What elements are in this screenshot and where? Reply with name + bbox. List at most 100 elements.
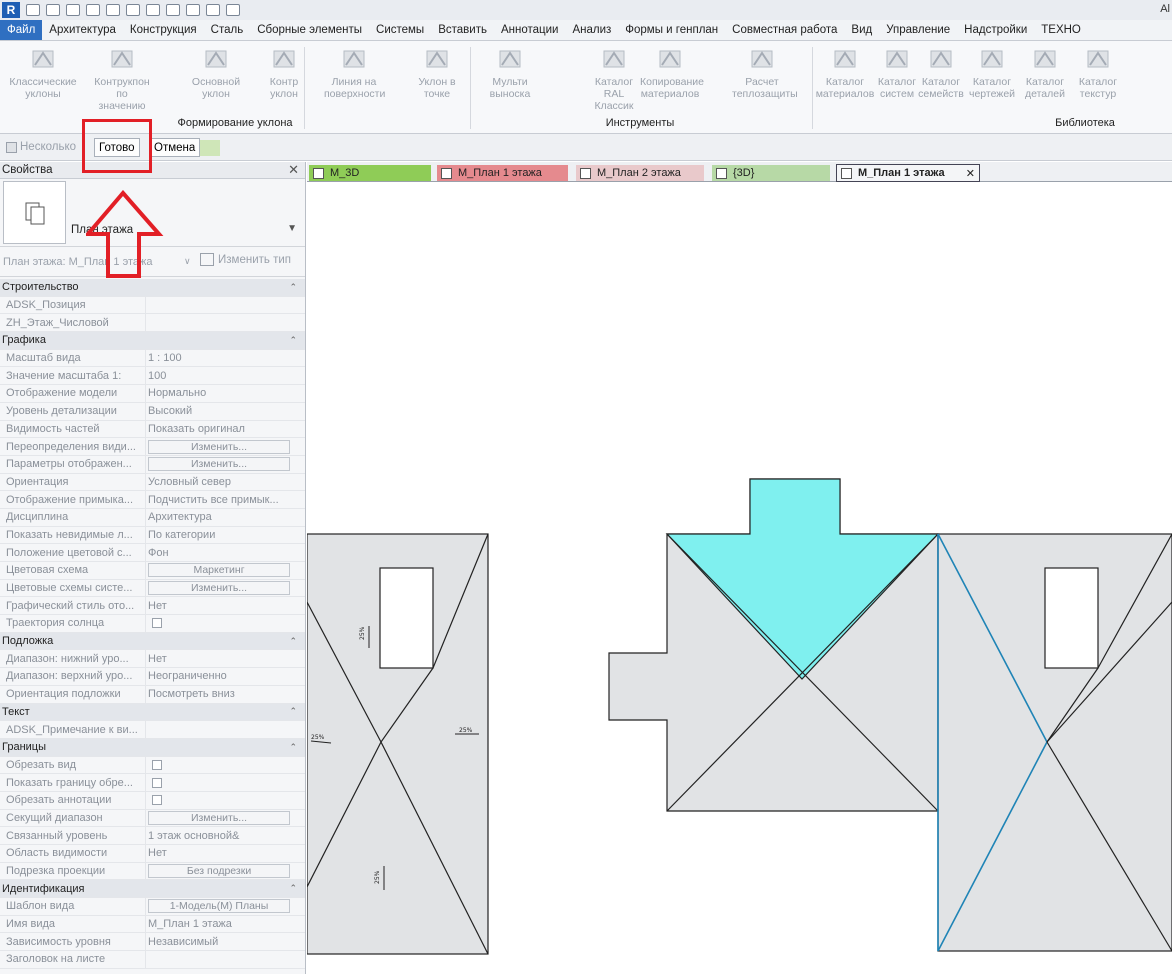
ribbon-tab-8[interactable]: Анализ bbox=[565, 20, 618, 40]
ribbon-tab-3[interactable]: Сталь bbox=[204, 20, 251, 40]
properties-category[interactable]: Подложка ⌃ bbox=[0, 632, 305, 651]
text-icon[interactable] bbox=[166, 4, 180, 16]
roof-plan-drawing[interactable]: 25% 25% 25% 25% bbox=[307, 182, 1172, 974]
property-value[interactable] bbox=[146, 297, 305, 314]
ribbon-button-10[interactable]: Каталог материалов bbox=[815, 45, 875, 100]
multiple-checkbox[interactable]: Несколько bbox=[6, 141, 76, 153]
ribbon-button-5[interactable]: Уклон в точке bbox=[407, 45, 467, 100]
redo-icon[interactable] bbox=[106, 4, 120, 16]
ribbon-button-4[interactable]: Линия на поверхности bbox=[324, 45, 385, 100]
property-checkbox[interactable] bbox=[152, 618, 162, 629]
open-icon[interactable] bbox=[26, 4, 40, 16]
properties-category[interactable]: Текст ⌃ bbox=[0, 703, 305, 722]
ribbon-button-9[interactable]: Расчет теплозащиты bbox=[732, 45, 798, 100]
right-roof[interactable] bbox=[937, 533, 1172, 952]
ribbon-button-13[interactable]: Каталог чертежей bbox=[962, 45, 1022, 100]
left-roof[interactable]: 25% 25% 25% 25% bbox=[307, 533, 489, 955]
property-value[interactable]: Архитектура bbox=[146, 509, 305, 526]
ribbon-tab-0[interactable]: Файл bbox=[0, 20, 43, 40]
properties-category[interactable]: Графика ⌃ bbox=[0, 332, 305, 350]
ribbon-tab-12[interactable]: Управление bbox=[879, 20, 957, 40]
properties-category[interactable]: Границы ⌃ bbox=[0, 738, 305, 757]
property-value[interactable]: Подчистить все примык... bbox=[146, 491, 305, 508]
property-value[interactable]: Нет bbox=[146, 597, 305, 614]
property-value[interactable]: Посмотреть вниз bbox=[146, 686, 305, 703]
view-tab-4[interactable]: М_План 1 этажа ✕ bbox=[836, 164, 980, 182]
ribbon-tab-11[interactable]: Вид bbox=[844, 20, 879, 40]
middle-roof[interactable] bbox=[608, 478, 940, 812]
properties-category[interactable]: Строительство ⌃ bbox=[0, 279, 305, 297]
ribbon-tab-2[interactable]: Конструкция bbox=[123, 20, 204, 40]
property-value[interactable]: Фон bbox=[146, 544, 305, 561]
property-checkbox[interactable] bbox=[152, 777, 162, 788]
ribbon-button-3[interactable]: Контр уклон bbox=[254, 45, 314, 100]
collapse-icon[interactable]: ⌃ bbox=[289, 282, 297, 293]
property-value[interactable]: Неограниченно bbox=[146, 668, 305, 685]
property-value[interactable]: Нет bbox=[146, 845, 305, 862]
ribbon-tab-5[interactable]: Системы bbox=[369, 20, 431, 40]
ribbon-tab-7[interactable]: Аннотации bbox=[494, 20, 565, 40]
ribbon-button-0[interactable]: Классические уклоны bbox=[3, 45, 83, 100]
property-value-button[interactable]: Изменить... bbox=[148, 581, 290, 596]
property-value[interactable]: По категории bbox=[146, 527, 305, 544]
ribbon-button-15[interactable]: Каталог текстур bbox=[1068, 45, 1128, 100]
property-value[interactable]: 100 bbox=[146, 367, 305, 384]
instance-name[interactable]: План этажа: М_План 1 этажа bbox=[3, 256, 152, 268]
ribbon-tab-6[interactable]: Вставить bbox=[431, 20, 494, 40]
ribbon-button-14[interactable]: Каталог деталей bbox=[1015, 45, 1075, 100]
property-value[interactable]: Условный север bbox=[146, 474, 305, 491]
ribbon-tab-10[interactable]: Совместная работа bbox=[725, 20, 844, 40]
edit-type-button[interactable]: Изменить тип bbox=[200, 253, 291, 266]
ribbon-button-6[interactable]: Мульти выноска bbox=[480, 45, 540, 100]
property-value[interactable]: М_План 1 этажа bbox=[146, 916, 305, 933]
type-selector[interactable]: План этажа ▼ bbox=[0, 179, 305, 247]
collapse-icon[interactable]: ⌃ bbox=[289, 742, 297, 753]
view-tab-1[interactable]: М_План 1 этажа bbox=[437, 165, 568, 181]
ribbon-button-7[interactable]: Каталог RAL Классик bbox=[584, 45, 644, 112]
finish-button[interactable]: Готово bbox=[94, 138, 140, 157]
view-tab-3[interactable]: {3D} bbox=[712, 165, 830, 181]
instance-dropdown-icon[interactable]: ∨ bbox=[184, 256, 191, 267]
print-icon[interactable] bbox=[126, 4, 140, 16]
property-value-button[interactable]: Изменить... bbox=[148, 457, 290, 472]
measure-icon[interactable] bbox=[146, 4, 160, 16]
save-icon[interactable] bbox=[46, 4, 60, 16]
ribbon-tab-4[interactable]: Сборные элементы bbox=[250, 20, 369, 40]
ribbon-tab-1[interactable]: Архитектура bbox=[42, 20, 123, 40]
property-value[interactable] bbox=[146, 721, 305, 738]
property-value[interactable]: Показать оригинал bbox=[146, 421, 305, 438]
property-value-button[interactable]: Маркетинг bbox=[148, 563, 290, 578]
property-value-button[interactable]: 1-Модель(М) Планы bbox=[148, 899, 290, 914]
ribbon-button-1[interactable]: Контрукпон по значению bbox=[92, 45, 152, 112]
sync-icon[interactable] bbox=[66, 4, 80, 16]
property-value[interactable]: 1 : 100 bbox=[146, 350, 305, 367]
property-value-button[interactable]: Без подрезки bbox=[148, 864, 290, 879]
property-value[interactable]: Высокий bbox=[146, 403, 305, 420]
view-tab-2[interactable]: М_План 2 этажа bbox=[576, 165, 704, 181]
property-checkbox[interactable] bbox=[152, 795, 162, 806]
property-value[interactable] bbox=[146, 314, 305, 331]
collapse-icon[interactable]: ⌃ bbox=[289, 706, 297, 717]
ribbon-tab-9[interactable]: Формы и генплан bbox=[618, 20, 725, 40]
property-value[interactable]: Нет bbox=[146, 650, 305, 667]
view-tab-0[interactable]: М_3D bbox=[309, 165, 431, 181]
property-value-button[interactable]: Изменить... bbox=[148, 810, 290, 825]
tag-icon[interactable] bbox=[206, 4, 220, 16]
ribbon-tab-14[interactable]: ТЕХНО bbox=[1034, 20, 1088, 40]
chevron-down-icon[interactable]: ▼ bbox=[287, 223, 297, 234]
close-icon[interactable]: ✕ bbox=[288, 162, 299, 178]
properties-category[interactable]: Идентификация ⌃ bbox=[0, 880, 305, 899]
property-value[interactable]: Нормально bbox=[146, 385, 305, 402]
property-value[interactable]: Независимый bbox=[146, 933, 305, 950]
cancel-button[interactable]: Отмена bbox=[149, 138, 201, 157]
ribbon-tab-13[interactable]: Надстройки bbox=[957, 20, 1034, 40]
collapse-icon[interactable]: ⌃ bbox=[289, 883, 297, 894]
revit-logo[interactable]: R bbox=[2, 2, 20, 18]
property-value[interactable] bbox=[146, 951, 305, 968]
property-checkbox[interactable] bbox=[152, 759, 162, 770]
ribbon-button-8[interactable]: Копирование материалов bbox=[640, 45, 704, 100]
home-icon[interactable] bbox=[186, 4, 200, 16]
close-tab-icon[interactable]: ✕ bbox=[966, 167, 975, 180]
property-value[interactable]: 1 этаж основной& bbox=[146, 827, 305, 844]
collapse-icon[interactable]: ⌃ bbox=[289, 335, 297, 346]
